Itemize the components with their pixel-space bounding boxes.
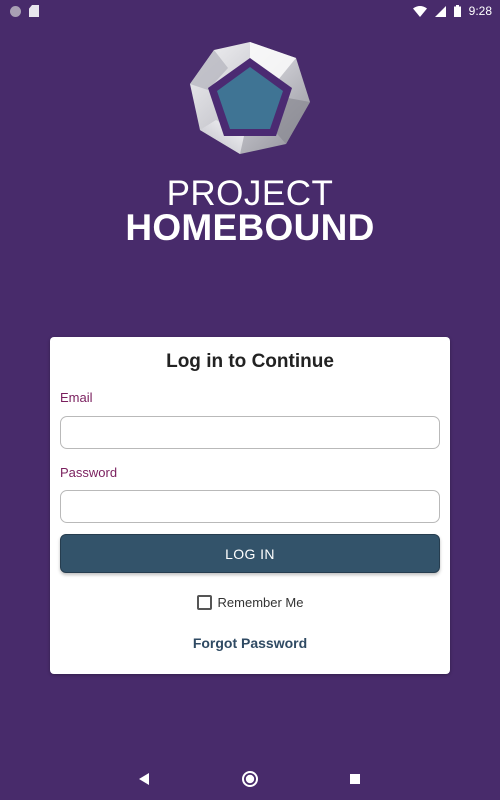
notification-dot-icon bbox=[10, 5, 21, 17]
back-icon[interactable] bbox=[135, 770, 153, 788]
navigation-bar bbox=[0, 758, 500, 800]
status-bar: 9:28 bbox=[0, 0, 500, 22]
battery-icon bbox=[453, 5, 461, 17]
status-left bbox=[10, 5, 39, 17]
wifi-icon bbox=[412, 5, 427, 17]
forgot-password-link[interactable]: Forgot Password bbox=[50, 635, 450, 651]
status-right: 9:28 bbox=[412, 4, 492, 18]
password-label: Password bbox=[60, 465, 118, 480]
remember-me-label[interactable]: Remember Me bbox=[218, 595, 304, 610]
sd-card-icon bbox=[29, 5, 39, 17]
email-field[interactable] bbox=[60, 416, 440, 449]
home-icon[interactable] bbox=[241, 770, 259, 788]
remember-me-row[interactable]: Remember Me bbox=[50, 595, 450, 610]
remember-me-checkbox[interactable] bbox=[196, 595, 212, 610]
recents-icon[interactable] bbox=[346, 770, 364, 788]
login-card: Log in to Continue Email Password LOG IN… bbox=[50, 337, 450, 674]
card-title: Log in to Continue bbox=[166, 351, 334, 372]
signal-icon bbox=[434, 5, 446, 17]
email-label: Email bbox=[60, 390, 93, 405]
password-field[interactable] bbox=[60, 490, 440, 523]
pentagon-logo-icon bbox=[188, 40, 312, 156]
brand-line2: HOMEBOUND bbox=[125, 207, 375, 248]
login-button[interactable]: LOG IN bbox=[60, 534, 440, 573]
status-time: 9:28 bbox=[468, 4, 492, 18]
